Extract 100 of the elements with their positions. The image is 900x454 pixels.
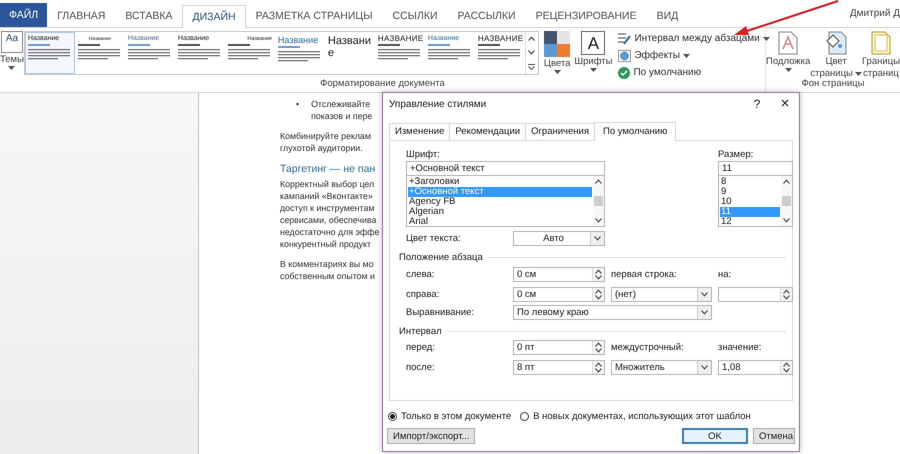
list-item[interactable]: Agency FB	[408, 197, 592, 207]
list-item[interactable]: 10	[720, 197, 780, 207]
dialog-title: Управление стилями	[389, 98, 488, 110]
spin-button[interactable]	[780, 288, 792, 301]
ribbon-tab[interactable]: РАЗМЕТКА СТРАНИЦЫ	[246, 4, 382, 27]
chevron-up-icon	[595, 362, 602, 367]
spin-button[interactable]	[592, 288, 604, 301]
chevron-down-icon	[595, 218, 602, 223]
page-borders-button[interactable]: Границы страниц	[862, 28, 900, 79]
spin-button[interactable]	[592, 361, 604, 374]
spin-field[interactable]	[718, 287, 793, 302]
field-label: на:	[718, 269, 732, 280]
import-export-button[interactable]: Импорт/экспорт...	[387, 428, 476, 444]
user-name[interactable]: Дмитрий Д	[850, 8, 900, 19]
scrollbar[interactable]	[781, 176, 792, 226]
text-line: собственным опытом и	[280, 270, 375, 282]
text-line: Комбинируйте реклам	[280, 130, 371, 142]
help-button[interactable]: ?	[743, 95, 771, 113]
input-field[interactable]: +Основной текст	[406, 161, 605, 176]
text-preview-drawing	[228, 44, 270, 62]
text-preview-drawing	[178, 44, 220, 62]
list-item[interactable]: 12	[720, 217, 780, 227]
list-item[interactable]: +Заголовки	[408, 177, 592, 187]
field-label: слева:	[406, 269, 436, 280]
chevron-down-icon	[783, 368, 790, 373]
ribbon-tab[interactable]: РАССЫЛКИ	[448, 4, 526, 27]
text-line: недостаточно для эффе	[280, 226, 380, 238]
field-label: значение:	[718, 342, 762, 353]
text-line: Корректный выбор цел	[280, 178, 374, 190]
dialog-tab[interactable]: Изменение	[389, 123, 450, 140]
section-title: Положение абзаца	[399, 252, 483, 263]
chevron-down-icon	[783, 218, 790, 223]
ribbon-tab[interactable]: ВИД	[646, 4, 688, 27]
page-color-button[interactable]: Цвет страницы	[810, 28, 862, 79]
ribbon-tab[interactable]: РЕЦЕНЗИРОВАНИЕ	[526, 4, 647, 27]
radio-indicator[interactable]	[520, 412, 530, 421]
gallery-scrollbar[interactable]	[524, 32, 538, 74]
dropdown[interactable]: (нет)	[611, 287, 712, 302]
field-label: справа:	[406, 289, 440, 300]
spin-field[interactable]: 1,08	[718, 360, 793, 375]
paragraph-spacing-button[interactable]: Интервал между абзацами	[618, 31, 770, 46]
list-box[interactable]: +Заголовки +Основной текст Agency FB Algerian Arial	[406, 176, 605, 227]
field-label: Выравнивание:	[406, 307, 476, 318]
text-line: показов и пере	[311, 110, 372, 122]
radio-indicator[interactable]	[388, 412, 397, 421]
input-field[interactable]: 11	[718, 161, 793, 176]
ribbon-tab[interactable]: ГЛАВНАЯ	[47, 4, 116, 27]
file-tab[interactable]: ФАЙЛ	[0, 3, 48, 27]
ok-button[interactable]: OK	[682, 428, 748, 444]
spin-field[interactable]: 8 пт	[513, 360, 605, 375]
spin-button[interactable]	[592, 268, 604, 281]
style-thumbnail[interactable]: НАЗВАНИЕ	[374, 32, 425, 74]
dropdown[interactable]: По левому краю	[513, 305, 712, 320]
radio-button[interactable]: В новых документах, использующих этот шаблон	[520, 411, 751, 422]
text-preview-drawing	[78, 44, 120, 62]
scroll-thumb[interactable]	[594, 196, 603, 206]
field-label: Размер:	[718, 149, 754, 160]
text-preview-drawing	[128, 44, 170, 62]
spin-button[interactable]	[780, 361, 792, 374]
list-box[interactable]: 8 9 10 11 12	[718, 176, 793, 227]
dropdown[interactable]: Авто	[513, 231, 605, 246]
list-item[interactable]: Algerian	[408, 207, 592, 217]
cancel-button[interactable]: Отмена	[753, 428, 795, 444]
spin-button[interactable]	[592, 341, 604, 354]
list-item[interactable]: 8	[720, 177, 780, 187]
spin-field[interactable]: 0 см	[513, 267, 605, 282]
text-line: сервисами, обеспечива	[280, 214, 376, 226]
section-title: Интервал	[399, 326, 442, 337]
checkmark-icon	[618, 66, 630, 78]
dropdown[interactable]: Множитель	[611, 360, 712, 375]
chevron-down-icon	[595, 275, 602, 280]
themes-button[interactable]: Aa Темы	[0, 28, 24, 70]
radio-button[interactable]: Только в этом документе	[388, 411, 512, 422]
effects-icon	[618, 50, 632, 62]
list-item[interactable]: 9	[720, 187, 780, 197]
style-thumbnail[interactable]: НАЗВАНИЕ	[474, 32, 525, 74]
style-thumbnail[interactable]: Название	[274, 32, 325, 74]
dialog-tab[interactable]: По умолчанию	[594, 122, 676, 141]
spin-field[interactable]: 0 см	[513, 287, 605, 302]
chevron-up-icon	[783, 362, 790, 367]
paint-bucket-icon	[825, 31, 848, 55]
fonts-button[interactable]: A Шрифты	[574, 28, 612, 72]
group-label: Форматирование документа	[319, 78, 446, 90]
close-button[interactable]: ×	[771, 95, 799, 113]
scroll-thumb[interactable]	[782, 196, 791, 206]
text-preview-drawing	[428, 44, 470, 62]
spin-field[interactable]: 0 пт	[513, 340, 605, 355]
ribbon-tab[interactable]: ССЫЛКИ	[382, 4, 448, 27]
text-line: доступ к инструментам	[280, 202, 374, 214]
field-label: первая строка:	[611, 269, 678, 280]
ribbon-tab[interactable]: ВСТАВКА	[115, 4, 182, 27]
style-thumbnail[interactable]: Название	[324, 32, 375, 74]
text-preview-drawing	[378, 44, 420, 62]
chevron-up-icon	[783, 179, 790, 184]
colors-button[interactable]: Цвета	[544, 28, 570, 74]
spacing-icon	[618, 32, 632, 44]
ribbon-tab[interactable]: ДИЗАЙН	[182, 5, 246, 28]
scrollbar[interactable]	[593, 176, 604, 226]
list-item[interactable]: Arial	[408, 217, 592, 227]
heading: Таргетинг — не пан	[280, 162, 376, 176]
